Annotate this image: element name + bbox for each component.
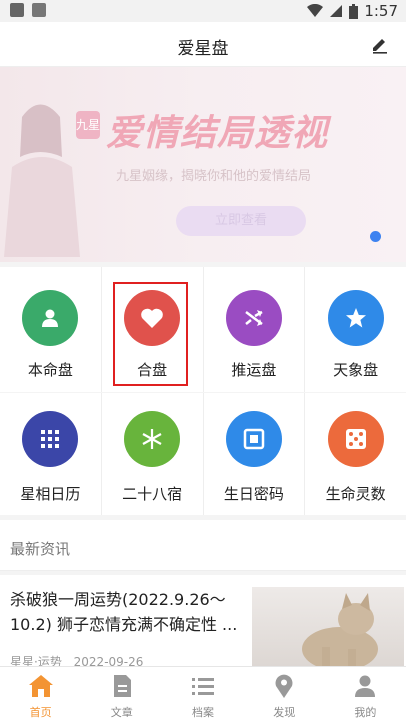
page-title: 爱星盘 — [177, 39, 229, 59]
battery-icon — [349, 3, 359, 19]
star-icon — [345, 308, 366, 328]
dice-icon — [345, 429, 366, 449]
news-list-item[interactable]: 杀破狼一周运势(2022.9.26～10.2) 狮子恋情充满不确定性 ... 星… — [0, 575, 406, 670]
promo-banner[interactable]: 九星 爱情结局透视 九星姻缘，揭晓你和他的爱情结局 立即查看 — [0, 67, 406, 262]
signal-icon — [330, 5, 343, 17]
feature-label: 推运盘 — [231, 361, 277, 379]
bottom-tab-bar: 首页 文章 档案 发现 我的 — [0, 666, 406, 721]
feature-sky-chart[interactable]: 天象盘 — [305, 267, 406, 392]
banner-cta-button[interactable]: 立即查看 — [176, 206, 306, 236]
news-title: 杀破狼一周运势(2022.9.26～10.2) 狮子恋情充满不确定性 ... — [10, 590, 238, 634]
news-thumbnail — [252, 587, 404, 670]
feature-label: 生日密码 — [223, 485, 284, 503]
person-icon — [42, 309, 59, 327]
status-time: 1:57 — [364, 2, 398, 20]
banner-headline: 爱情结局透视 — [106, 113, 329, 154]
feature-label: 星相日历 — [20, 485, 81, 503]
tab-home[interactable]: 首页 — [0, 667, 81, 721]
home-icon — [28, 675, 53, 697]
tab-label: 档案 — [192, 706, 214, 719]
tab-label: 首页 — [29, 706, 52, 719]
document-icon — [113, 675, 131, 697]
feature-natal-chart[interactable]: 本命盘 — [0, 267, 102, 392]
list-icon — [192, 678, 214, 695]
cat-image — [302, 593, 378, 670]
news-section-title: 最新资讯 — [10, 540, 71, 558]
banner-illustration — [4, 104, 80, 257]
feature-label: 天象盘 — [333, 361, 379, 379]
tab-mine[interactable]: 我的 — [325, 667, 406, 721]
tab-label: 文章 — [110, 706, 133, 719]
feature-grid-row-2: 星相日历 二十八宿 生日密码 生命灵数 — [0, 393, 406, 515]
edit-icon[interactable] — [370, 34, 390, 54]
frame-icon — [243, 428, 265, 450]
tab-archive[interactable]: 档案 — [162, 667, 243, 721]
shuffle-icon — [245, 310, 263, 326]
feature-birthday-code[interactable]: 生日密码 — [204, 393, 306, 515]
image-icon — [32, 3, 46, 17]
carousel-indicator[interactable] — [370, 231, 381, 242]
grid-icon — [41, 430, 60, 448]
feature-progression-chart[interactable]: 推运盘 — [204, 267, 306, 392]
feature-grid-row-1: 本命盘 合盘 推运盘 天象盘 — [0, 267, 406, 392]
snowflake-icon — [142, 429, 162, 449]
tab-label: 发现 — [273, 706, 296, 719]
tab-discover[interactable]: 发现 — [244, 667, 325, 721]
wifi-icon — [307, 4, 324, 17]
feature-label: 二十八宿 — [122, 485, 183, 503]
feature-astro-calendar[interactable]: 星相日历 — [0, 393, 102, 515]
tab-label: 我的 — [354, 706, 377, 719]
feature-life-number[interactable]: 生命灵数 — [305, 393, 406, 515]
user-icon — [355, 675, 376, 697]
selection-highlight — [113, 282, 188, 386]
location-pin-icon — [275, 674, 293, 698]
notification-icon — [10, 3, 24, 17]
feature-label: 生命灵数 — [325, 485, 386, 503]
tab-articles[interactable]: 文章 — [81, 667, 162, 721]
app-bar: 爱星盘 — [0, 22, 406, 67]
feature-28-mansions[interactable]: 二十八宿 — [102, 393, 204, 515]
banner-badge: 九星 — [76, 111, 100, 139]
banner-subtitle: 九星姻缘，揭晓你和他的爱情结局 — [116, 169, 312, 184]
feature-label: 本命盘 — [27, 361, 73, 379]
status-bar: 1:57 — [0, 0, 406, 22]
news-section-header: 最新资讯 — [0, 520, 406, 571]
